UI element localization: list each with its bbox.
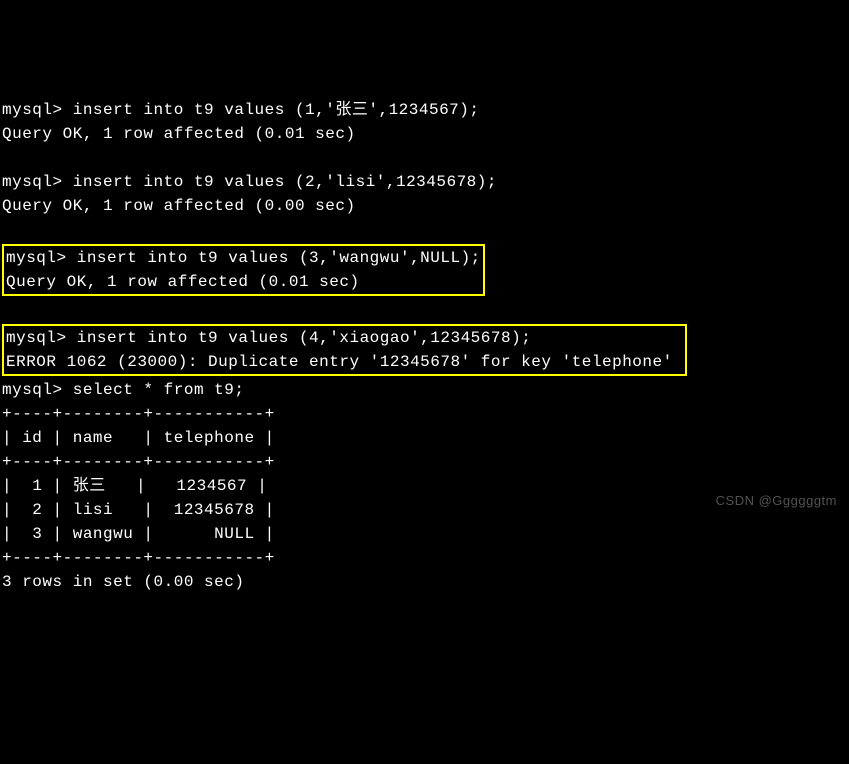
sql-command: insert into t9 values (2,'lisi',12345678… <box>73 173 497 191</box>
table-row: | 3 | wangwu | NULL | <box>2 525 275 543</box>
prompt: mysql> <box>2 381 73 399</box>
prompt: mysql> <box>2 101 73 119</box>
highlighted-block-error: mysql> insert into t9 values (4,'xiaogao… <box>2 324 687 376</box>
prompt: mysql> <box>2 173 73 191</box>
highlighted-block-success: mysql> insert into t9 values (3,'wangwu'… <box>2 244 485 296</box>
table-border: +----+--------+-----------+ <box>2 405 275 423</box>
sql-command: select * from t9; <box>73 381 245 399</box>
query-result: Query OK, 1 row affected (0.00 sec) <box>2 197 356 215</box>
query-result: Query OK, 1 row affected (0.01 sec) <box>6 273 360 291</box>
error-message: ERROR 1062 (23000): Duplicate entry '123… <box>6 353 673 371</box>
watermark: CSDN @Ggggggtm <box>716 491 837 511</box>
table-border: +----+--------+-----------+ <box>2 549 275 567</box>
query-result: Query OK, 1 row affected (0.01 sec) <box>2 125 356 143</box>
table-header: | id | name | telephone | <box>2 429 275 447</box>
sql-command: insert into t9 values (3,'wangwu',NULL); <box>77 249 481 267</box>
table-border: +----+--------+-----------+ <box>2 453 275 471</box>
prompt: mysql> <box>6 249 77 267</box>
result-footer: 3 rows in set (0.00 sec) <box>2 573 244 591</box>
prompt: mysql> <box>6 329 77 347</box>
table-row: | 1 | 张三 | 1234567 | <box>2 477 267 495</box>
table-row: | 2 | lisi | 12345678 | <box>2 501 275 519</box>
sql-command: insert into t9 values (1,'张三',1234567); <box>73 101 480 119</box>
sql-command: insert into t9 values (4,'xiaogao',12345… <box>77 329 532 347</box>
terminal-output: mysql> insert into t9 values (1,'张三',123… <box>2 98 847 594</box>
